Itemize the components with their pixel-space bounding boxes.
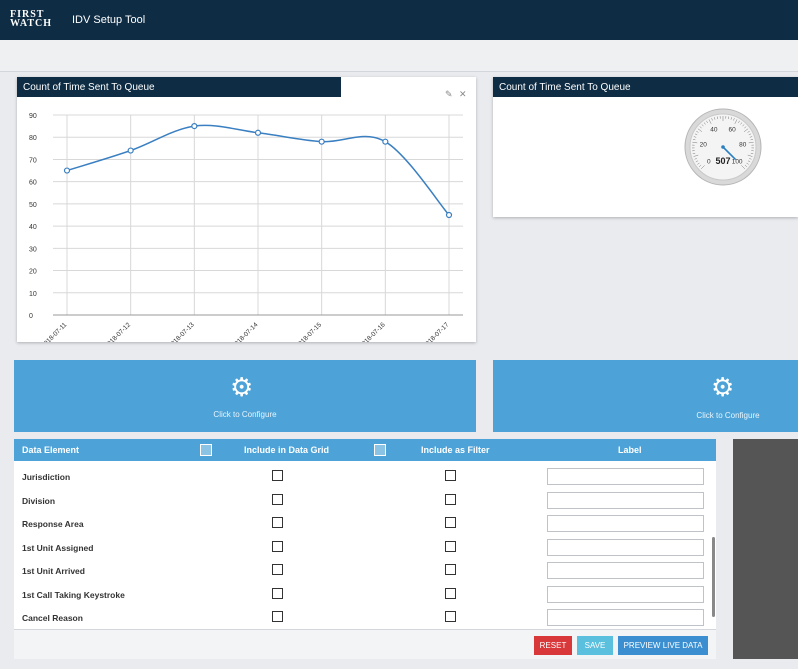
include-filter-checkbox[interactable] [445,540,456,552]
x-tick-label: 2018-07-16 [358,321,387,342]
header-include-grid: Include in Data Grid [244,445,330,455]
include-filter-checkbox[interactable] [445,493,456,505]
data-element-name: Jurisdiction [22,472,71,482]
data-point[interactable] [63,167,71,174]
include-grid-checkbox[interactable] [272,470,283,481]
data-element-name: 1st Unit Assigned [22,542,94,553]
data-element-name: Response Area [22,519,84,529]
y-tick-label: 40 [29,224,37,231]
gauge-value: 507 [715,156,730,166]
table-row: 1st Unit Assigned [14,536,714,559]
include-filter-checkbox[interactable] [445,611,456,622]
gauge-tick-label: 40 [710,127,718,134]
data-point[interactable] [127,147,134,154]
data-element-name: 1st Call Taking Keystroke [22,589,125,600]
include-grid-checkbox[interactable] [272,517,283,528]
label-input[interactable] [547,562,704,579]
configure-panel-left[interactable]: ⚙ Click to Configure [14,360,476,432]
reset-button[interactable]: RESET [534,636,572,655]
label-input[interactable] [547,538,704,556]
app-title: IDV Setup Tool [72,14,146,26]
configure-label: Click to Configure [696,411,760,420]
include-grid-checkbox[interactable] [272,611,283,622]
x-tick-label: 2018-07-12 [104,321,133,342]
y-tick-label: 20 [29,269,37,276]
y-tick-label: 30 [29,246,37,253]
table-row: Cancel Reason [14,606,714,629]
header-include-filter: Include as Filter [421,445,490,455]
x-tick-label: 2018-07-14 [231,321,260,342]
y-tick-label: 70 [29,157,37,164]
data-point[interactable] [191,123,198,130]
configure-panel-right[interactable]: ⚙ Click to Configure [493,360,798,432]
table-row: 1st Call Taking Keystroke [14,583,714,606]
grid-scrollbar[interactable] [712,537,715,617]
gear-icon: ⚙ [711,372,735,402]
save-button[interactable]: SAVE [577,636,613,655]
y-tick-label: 90 [29,113,37,120]
line-chart-card: Count of Time Sent To Queue ✎ ✕ 0 10 20 30 4… [17,77,476,342]
select-all-grid-checkbox[interactable] [200,444,212,456]
gauge-tick-label: 0 [707,159,711,166]
label-input[interactable] [547,609,704,626]
data-element-name: Cancel Reason [22,613,83,623]
y-tick-label: 0 [29,313,33,320]
label-input[interactable] [547,515,704,532]
gauge-tick-label: 80 [739,141,747,148]
configure-label: Click to Configure [213,410,277,419]
gauge-tick-label: 20 [700,141,708,148]
line-chart: 0 10 20 30 40 50 60 70 80 90 2018-07-11 2018-07-12 2… [29,113,463,342]
gauge: 0 2040 6080 100507 [684,108,762,186]
chart-card-title: Count of Time Sent To Queue [17,77,341,97]
x-tick-label: 2018-07-17 [422,321,451,342]
include-grid-checkbox[interactable] [272,540,283,552]
app-header: FIRST WATCH IDV Setup Tool [0,0,798,40]
include-filter-checkbox[interactable] [445,517,456,528]
data-point[interactable] [445,211,453,219]
include-filter-checkbox[interactable] [445,564,456,575]
label-input[interactable] [547,585,704,603]
include-grid-checkbox[interactable] [272,564,283,575]
header-data-element: Data Element [22,445,80,455]
gauge-tick-label: 100 [732,159,743,166]
data-point[interactable] [318,138,325,145]
table-row: Response Area [14,512,714,535]
table-row: 1st Unit Arrived [14,559,714,582]
data-element-name: Division [22,495,56,506]
label-input[interactable] [547,468,704,485]
grid-footer: RESET SAVE PREVIEW LIVE DATA [14,629,716,659]
x-tick-label: 2018-07-13 [167,321,196,342]
x-tick-label: 2018-07-11 [40,321,68,342]
data-element-name: 1st Unit Arrived [22,566,85,576]
preview-panel [733,439,798,659]
x-tick-label: 2018-07-15 [295,321,324,342]
header-label: Label [618,445,642,455]
gauge-hub [721,145,725,149]
include-filter-checkbox[interactable] [445,587,456,599]
firstwatch-logo: FIRST WATCH [10,9,53,29]
data-element-grid-header: Data Element Include in Data Grid Includ… [14,439,716,461]
table-row: Division [14,489,714,512]
y-tick-label: 10 [29,291,37,298]
gear-icon: ⚙ [230,372,254,402]
gauge-tick-label: 60 [728,127,736,134]
gauge-card-title: Count of Time Sent To Queue [493,77,798,97]
preview-live-data-button[interactable]: PREVIEW LIVE DATA [618,636,708,655]
table-row: Jurisdiction [14,465,714,488]
data-element-grid: Jurisdiction Division Response Area 1st Uni… [14,461,716,629]
gauge-card: Count of Time Sent To Queue 0 20 40 60 80 100… [493,77,798,217]
include-filter-checkbox[interactable] [445,470,456,481]
data-point[interactable] [382,138,389,145]
y-tick-label: 80 [29,135,37,142]
y-tick-label: 60 [29,180,37,187]
y-tick-label: 50 [29,202,37,209]
select-all-filter-checkbox[interactable] [374,444,386,456]
include-grid-checkbox[interactable] [272,587,283,599]
include-grid-checkbox[interactable] [272,493,283,505]
label-input[interactable] [547,491,704,509]
toolbar-strip [0,40,798,72]
data-point[interactable] [254,129,262,136]
